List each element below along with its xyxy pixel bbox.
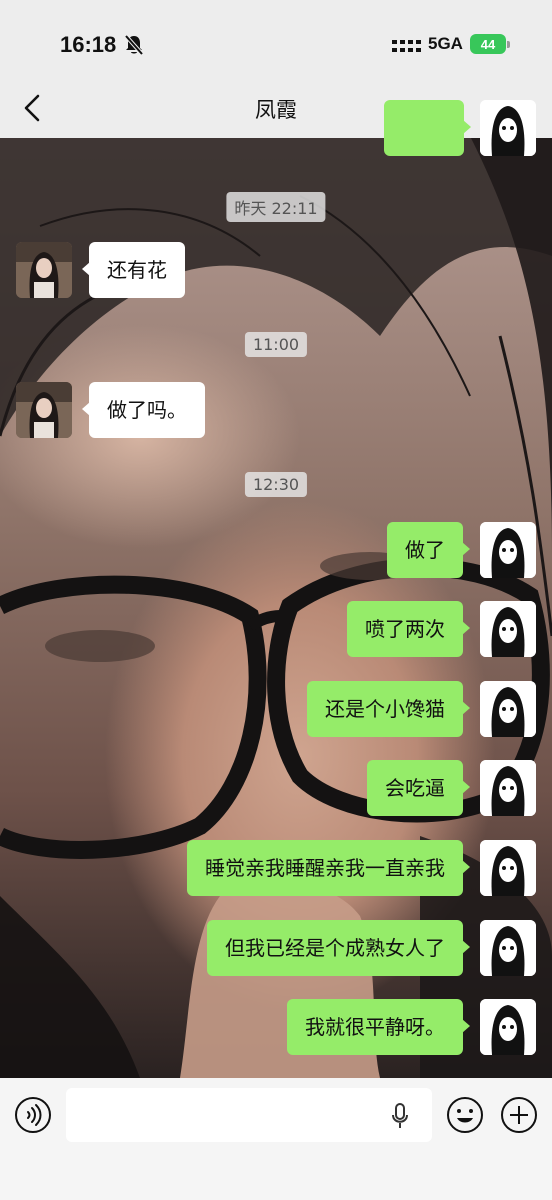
timestamp: 11:00 [244, 332, 308, 357]
contact-avatar[interactable] [16, 382, 72, 438]
message-bubble-outgoing[interactable]: 还是个小馋猫 [307, 681, 470, 737]
message-bubble-outgoing[interactable]: 睡觉亲我睡醒亲我一直亲我 [187, 840, 470, 896]
signal-icon [392, 40, 421, 52]
timestamp: 昨天 22:11 [226, 192, 326, 222]
message-bubble-outgoing[interactable]: 喷了两次 [347, 601, 470, 657]
network-label: 5GA [428, 34, 463, 53]
message-bubble-incoming[interactable]: 还有花 [82, 242, 185, 298]
message-bubble-outgoing[interactable]: 但我已经是个成熟女人了 [207, 920, 470, 976]
status-bar: 16:18 5GA 44 [0, 0, 552, 80]
self-avatar[interactable] [480, 100, 536, 156]
self-avatar[interactable] [480, 920, 536, 976]
self-avatar[interactable] [480, 840, 536, 896]
battery-icon: 44 [470, 34, 510, 54]
message-bubble-outgoing[interactable]: 做了 [387, 522, 470, 578]
message-list[interactable]: 昨天 22:11 还有花 11:00 做了吗。 12:30 做了 喷了两次 还是… [0, 100, 552, 1078]
message-bubble-incoming[interactable]: 做了吗。 [82, 382, 205, 438]
self-avatar[interactable] [480, 601, 536, 657]
emoji-icon[interactable] [446, 1096, 484, 1134]
self-avatar[interactable] [480, 760, 536, 816]
self-avatar[interactable] [480, 522, 536, 578]
input-bar [0, 1078, 552, 1200]
bell-muted-icon [124, 34, 144, 56]
message-bubble-outgoing[interactable]: 会吃逼 [367, 760, 470, 816]
plus-icon[interactable] [500, 1096, 538, 1134]
contact-avatar[interactable] [16, 242, 72, 298]
timestamp: 12:30 [244, 472, 308, 497]
status-time: 16:18 [60, 32, 117, 57]
self-avatar[interactable] [480, 681, 536, 737]
voice-icon[interactable] [14, 1096, 52, 1134]
self-avatar[interactable] [480, 999, 536, 1055]
message-input[interactable] [66, 1088, 432, 1142]
mic-icon[interactable] [390, 1102, 410, 1130]
message-bubble-clipped [384, 100, 471, 156]
message-bubble-outgoing[interactable]: 我就很平静呀。 [287, 999, 470, 1055]
